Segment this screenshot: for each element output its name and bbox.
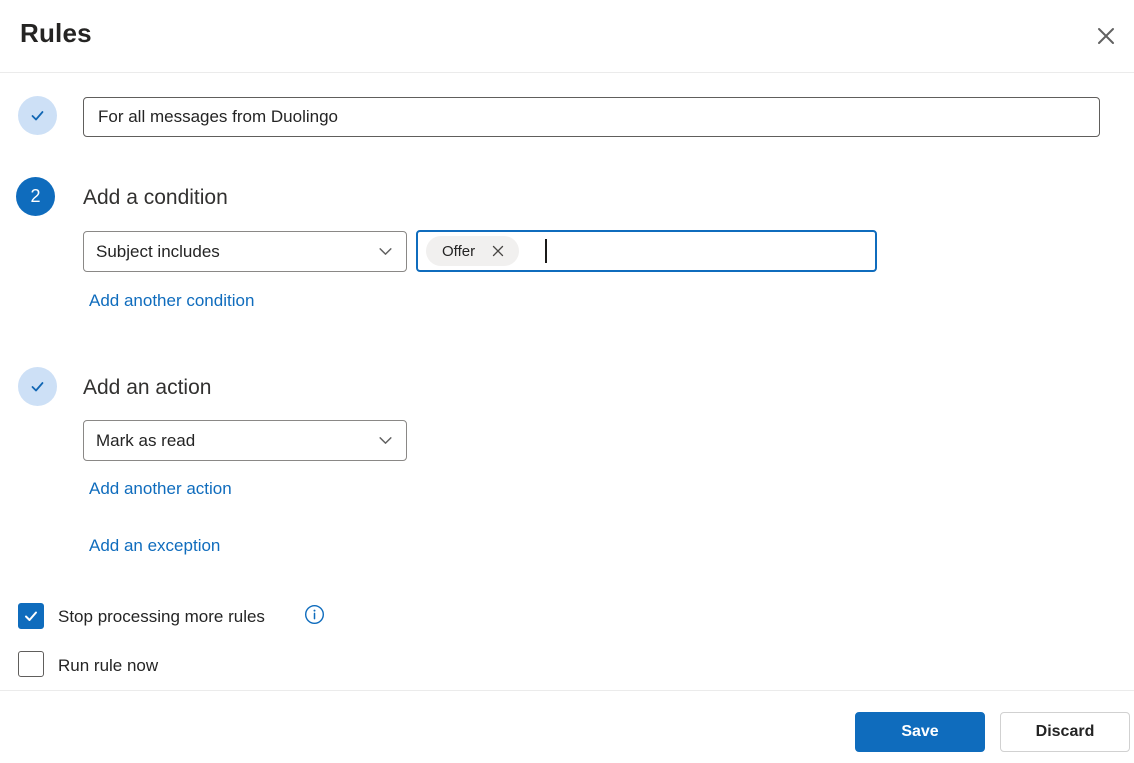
close-button[interactable] xyxy=(1088,18,1124,54)
keyword-chip-label: Offer xyxy=(442,242,476,260)
condition-section-heading: Add a condition xyxy=(83,186,228,209)
stop-processing-label: Stop processing more rules xyxy=(58,607,265,626)
header-divider xyxy=(0,72,1134,73)
add-another-action-link[interactable]: Add another action xyxy=(89,479,232,499)
page-title: Rules xyxy=(20,18,92,48)
run-rule-now-label: Run rule now xyxy=(58,656,159,675)
save-button[interactable]: Save xyxy=(855,712,985,752)
checkbox-check-icon xyxy=(23,608,39,624)
chevron-down-icon xyxy=(377,432,394,449)
text-caret xyxy=(545,239,548,263)
chip-remove-icon[interactable] xyxy=(491,244,505,258)
add-an-exception-link[interactable]: Add an exception xyxy=(89,536,220,556)
info-circle-icon xyxy=(304,604,325,625)
step2-number-badge: 2 xyxy=(16,177,55,216)
info-button[interactable] xyxy=(303,603,325,625)
condition-type-select[interactable]: Subject includes xyxy=(83,231,407,272)
step2-number: 2 xyxy=(30,186,41,206)
rule-name-input[interactable] xyxy=(83,97,1100,137)
close-icon xyxy=(1094,24,1118,48)
step1-complete-badge xyxy=(18,96,57,135)
check-icon xyxy=(28,377,47,396)
step3-complete-badge xyxy=(18,367,57,406)
discard-button[interactable]: Discard xyxy=(1000,712,1130,752)
action-type-select[interactable]: Mark as read xyxy=(83,420,407,461)
action-section-heading: Add an action xyxy=(83,376,212,399)
footer-divider xyxy=(0,690,1134,691)
condition-type-value: Subject includes xyxy=(96,241,220,261)
action-type-value: Mark as read xyxy=(96,430,196,450)
stop-processing-checkbox[interactable] xyxy=(18,603,44,629)
check-icon xyxy=(28,106,47,125)
run-rule-now-checkbox[interactable] xyxy=(18,651,44,677)
chevron-down-icon xyxy=(377,243,394,260)
condition-value-input[interactable]: Offer xyxy=(416,230,877,272)
add-another-condition-link[interactable]: Add another condition xyxy=(89,291,254,311)
keyword-chip: Offer xyxy=(426,236,520,266)
